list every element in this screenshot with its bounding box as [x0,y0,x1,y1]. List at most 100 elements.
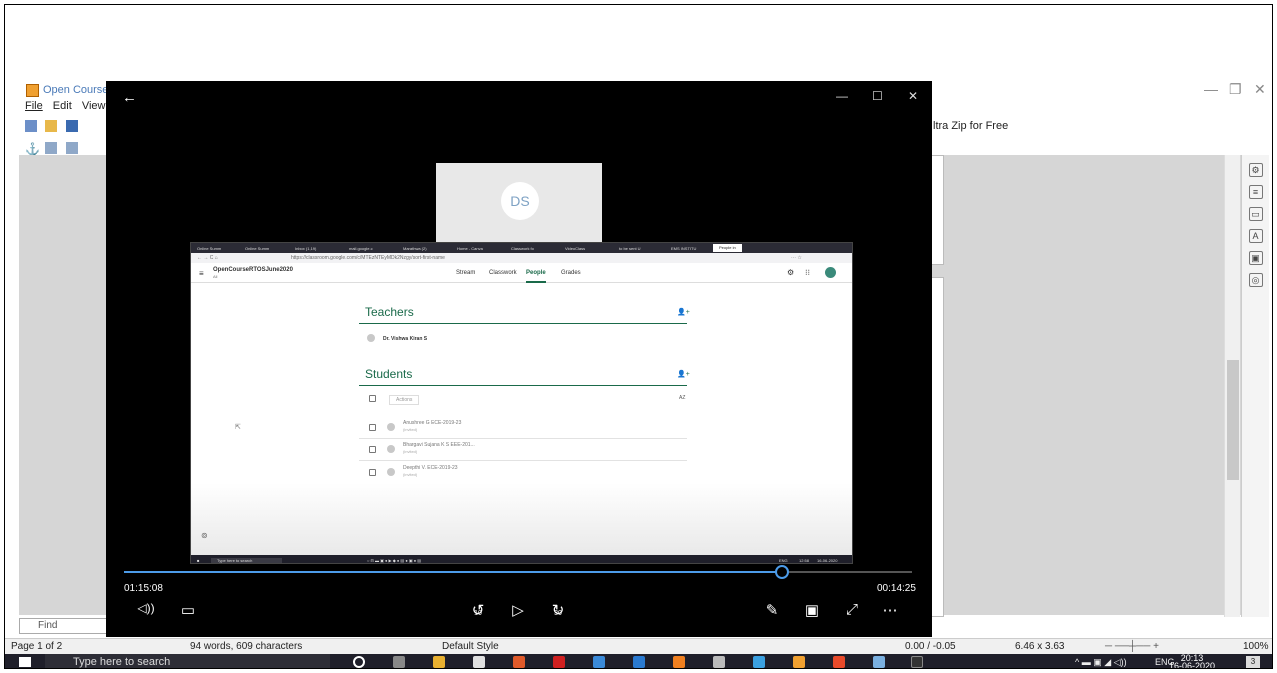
apps-grid-icon[interactable]: ⁝⁝ [805,268,810,277]
student-checkbox[interactable] [369,446,376,453]
windows-start-icon[interactable] [19,657,31,667]
maximize-icon[interactable]: ❐ [1229,81,1242,98]
minimize-icon[interactable]: — [1204,81,1218,97]
page-icon[interactable]: ▭ [1248,207,1263,221]
student-name[interactable]: Deepthi V. ECE-2019-23 [403,465,458,471]
seek-bar[interactable] [124,565,912,579]
sort-icon[interactable]: AZ [679,395,685,401]
browser-tab[interactable]: Marathwa (2) [403,246,427,251]
student-name[interactable]: Bhargavi Sujana K S EEE-201... [403,442,475,448]
task-view-icon[interactable] [393,656,405,668]
inner-taskbar-apps[interactable]: ○ ⊟ ▬ ▣ ● ▶ ◆ ● ▤ ● ▣ ● ▤ [367,558,421,563]
browser-icon[interactable] [753,656,765,668]
toolbar-ad-text[interactable]: ltra Zip for Free [933,120,1008,132]
wrap-icon[interactable] [45,141,58,154]
inner-lang[interactable]: ENG [779,558,788,563]
scrollbar-thumb[interactable] [1227,360,1239,480]
taskbar-search-box[interactable]: Type here to search [45,654,330,668]
inner-start-icon[interactable]: ■ [197,558,199,563]
writer-taskbar-icon[interactable] [793,656,805,668]
student-checkbox[interactable] [369,469,376,476]
browser-nav-icons[interactable]: ← → C ⌂ [197,255,218,261]
new-document-icon[interactable] [25,119,37,132]
skip-forward-button[interactable]: ↻ 30 [548,601,568,619]
skip-back-button[interactable]: ↺ 10 [468,601,488,619]
tab-classwork[interactable]: Classwork [489,270,517,276]
status-zoom[interactable]: 100% [1243,641,1269,652]
browser-toolbar-icons[interactable]: ⋯ ☆ [791,255,802,261]
more-options-icon[interactable]: ⋯ [880,601,900,619]
cortana-icon[interactable] [353,656,365,668]
file-explorer-icon[interactable] [433,656,445,668]
notification-center-icon[interactable]: 3 [1246,656,1260,668]
browser-tab[interactable]: Online Summ [197,246,221,251]
browser-tab[interactable]: to be sent U [619,246,641,251]
document-icon[interactable] [633,656,645,668]
tab-people[interactable]: People [526,270,546,283]
menu-file[interactable]: File [25,100,43,112]
calculator-icon[interactable] [713,656,725,668]
find-input[interactable]: Find [19,618,119,634]
taskbar-clock[interactable]: 20:13 16-06-2020 [1162,654,1222,669]
volume-icon[interactable]: ◁)) [136,601,156,615]
menu-edit[interactable]: Edit [53,100,72,112]
tab-grades[interactable]: Grades [561,270,581,276]
captions-icon[interactable]: ▭ [178,601,198,619]
font-icon[interactable]: A [1248,229,1263,243]
gallery-icon[interactable]: ▣ [1248,251,1263,265]
player-maximize-icon[interactable]: ☐ [872,89,883,103]
menu-view[interactable]: View [82,100,106,112]
browser-tab[interactable]: Inbox (1,19) [295,246,316,251]
store-icon[interactable] [473,656,485,668]
save-icon[interactable] [65,119,78,132]
firefox-icon[interactable] [673,656,685,668]
browser-tab[interactable]: mail.google.c [349,246,373,251]
open-folder-icon[interactable] [45,119,58,132]
pdf-icon[interactable] [553,656,565,668]
close-icon[interactable]: ✕ [1254,81,1266,98]
browser-tab[interactable]: Classwork fo [511,246,534,251]
paint-icon[interactable] [593,656,605,668]
browser-url[interactable]: https://classroom.google.com/c/MTEzNTEyM… [291,255,445,261]
select-all-checkbox[interactable] [369,395,376,402]
student-name[interactable]: Anushree G ECE-2019-23 [403,420,461,426]
help-icon[interactable]: ⊚ [201,531,208,540]
back-arrow-icon[interactable]: ← [122,89,137,106]
zoom-slider[interactable]: ─ ──┼── + [1105,641,1159,652]
student-checkbox[interactable] [369,424,376,431]
edit-pen-icon[interactable]: ✎ [762,601,782,619]
tray-icons[interactable]: ^ ▬ ▣ ◢ ◁)) [1075,657,1127,668]
inner-date[interactable]: 16-06-2020 [817,558,837,563]
navigator-icon[interactable]: ◎ [1248,273,1263,287]
vertical-scrollbar[interactable] [1224,155,1240,617]
invite-student-icon[interactable]: 👤+ [677,370,690,378]
inner-search[interactable]: Type here to search [211,558,283,563]
browser-tab[interactable]: Online Summ [245,246,269,251]
actions-dropdown[interactable]: Actions [389,395,420,405]
seek-knob[interactable] [774,565,789,579]
tablet-icon[interactable] [873,656,885,668]
inner-time[interactable]: 12:58 [799,558,809,563]
player-minimize-icon[interactable]: — [836,89,848,103]
browser-tab[interactable]: Home - Canva [457,246,483,251]
align-icon[interactable] [65,141,78,154]
class-name[interactable]: OpenCourseRTOSJune2020 [213,267,293,273]
media-icon[interactable] [833,656,845,668]
fullscreen-icon[interactable]: ⤢ [842,601,862,618]
invite-teacher-icon[interactable]: 👤+ [677,308,690,316]
status-style[interactable]: Default Style [442,641,499,652]
mini-view-icon[interactable]: ▣ [802,601,822,619]
player-close-icon[interactable]: ✕ [908,89,918,103]
browser-tab[interactable]: VideoClass [565,246,585,251]
anchor-icon[interactable]: ⚓ [25,142,40,156]
tab-stream[interactable]: Stream [456,270,475,276]
settings-icon[interactable]: ⚙ [787,268,794,277]
chrome-icon[interactable] [513,656,525,668]
play-button[interactable]: ▷ [508,601,528,619]
browser-tab[interactable]: EMS INSTITU [671,246,696,251]
hamburger-icon[interactable]: ≡ [199,269,204,278]
properties-icon[interactable]: ⚙ [1248,163,1263,177]
account-avatar[interactable] [825,267,836,278]
video-player-taskbar-icon[interactable] [911,656,923,668]
teacher-name[interactable]: Dr. Vishwa Kiran S [383,336,427,342]
